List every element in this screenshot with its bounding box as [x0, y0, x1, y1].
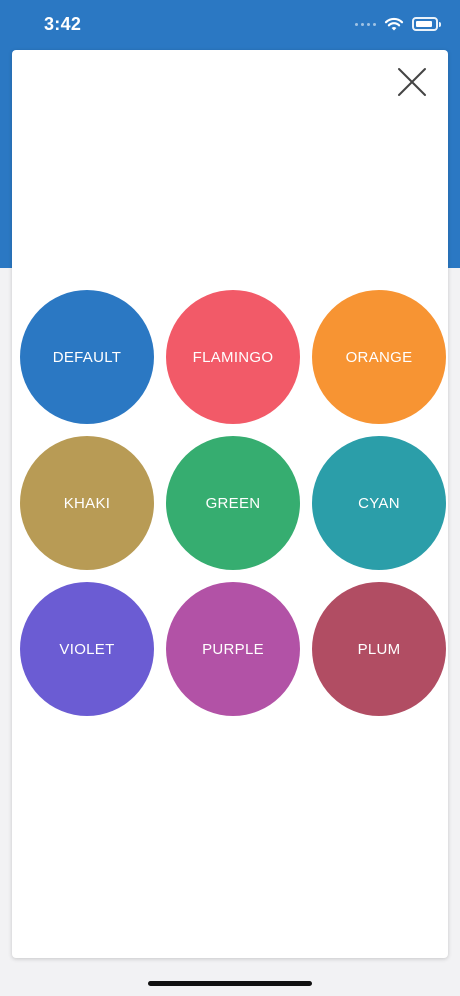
color-picker-sheet: DEFAULT FLAMINGO ORANGE KHAKI GREEN CYAN… — [12, 50, 448, 958]
color-label: KHAKI — [63, 494, 111, 512]
color-label: FLAMINGO — [192, 348, 274, 366]
signal-dots-icon — [355, 22, 376, 26]
color-swatch-plum[interactable]: PLUM — [312, 582, 446, 716]
color-swatch-khaki[interactable]: KHAKI — [20, 436, 154, 570]
status-icons — [355, 14, 441, 34]
close-button[interactable] — [396, 66, 428, 98]
color-label: DEFAULT — [52, 348, 122, 366]
color-swatch-cyan[interactable]: CYAN — [312, 436, 446, 570]
close-icon — [398, 68, 426, 96]
color-swatch-green[interactable]: GREEN — [166, 436, 300, 570]
wifi-icon — [384, 17, 404, 31]
home-indicator[interactable] — [148, 981, 312, 986]
color-label: GREEN — [205, 494, 261, 512]
color-swatch-purple[interactable]: PURPLE — [166, 582, 300, 716]
status-time: 3:42 — [44, 14, 82, 34]
battery-icon — [412, 17, 441, 31]
color-swatch-violet[interactable]: VIOLET — [20, 582, 154, 716]
color-swatch-orange[interactable]: ORANGE — [312, 290, 446, 424]
color-label: VIOLET — [59, 640, 115, 658]
color-label: CYAN — [358, 494, 400, 512]
color-grid: DEFAULT FLAMINGO ORANGE KHAKI GREEN CYAN… — [20, 290, 446, 716]
color-label: ORANGE — [345, 348, 413, 366]
color-swatch-default[interactable]: DEFAULT — [20, 290, 154, 424]
color-swatch-flamingo[interactable]: FLAMINGO — [166, 290, 300, 424]
color-label: PLUM — [357, 640, 401, 658]
color-label: PURPLE — [202, 640, 264, 658]
